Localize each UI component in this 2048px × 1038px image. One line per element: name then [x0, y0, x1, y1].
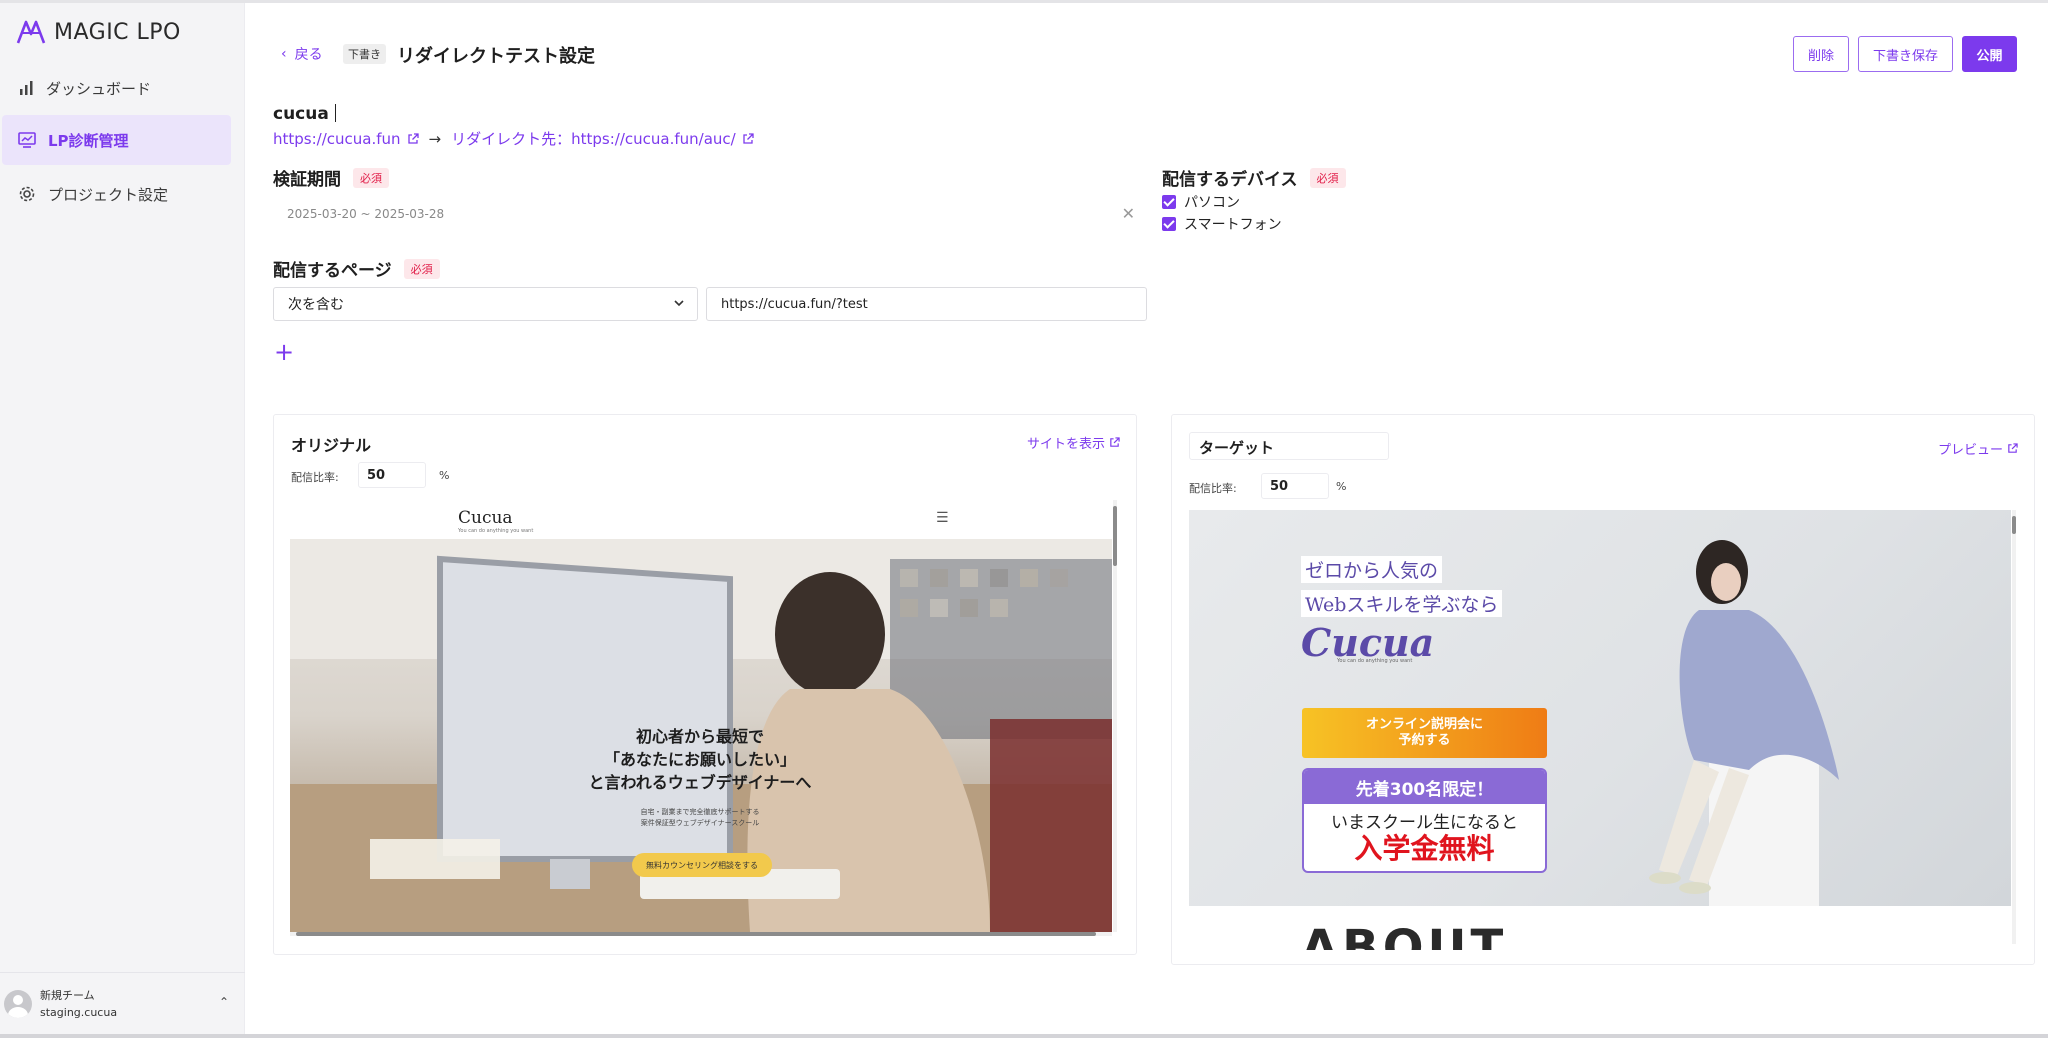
scroll-thumb[interactable]: [2012, 516, 2016, 534]
preview-cta-button[interactable]: 無料カウンセリング相談をする: [632, 853, 772, 877]
preview-logo: Cucua: [458, 508, 513, 528]
offer-heading: 先着300名限定！: [1304, 770, 1545, 804]
clear-icon[interactable]: ✕: [1122, 204, 1135, 223]
sidebar-item-label: プロジェクト設定: [48, 185, 169, 204]
required-badge: 必須: [403, 258, 440, 279]
original-panel-title: オリジナル: [291, 436, 372, 455]
preview-headline: 初心者から最短で 「あなたにお願いしたい」 と言われるウェブデザイナーへ: [588, 727, 812, 792]
offer-highlight: 入学金無料: [1354, 832, 1495, 865]
date-range-value: 2025-03-20 ~ 2025-03-28: [287, 207, 445, 221]
team-name: 新規チーム: [40, 988, 95, 1002]
back-link[interactable]: ‹ 戻る: [281, 44, 323, 64]
original-url-link[interactable]: https://cucua.fun: [273, 130, 401, 148]
app-logo[interactable]: MAGIC LPO: [16, 19, 181, 45]
offer-line: いまスクール生になると: [1331, 813, 1518, 833]
save-draft-button[interactable]: 下書き保存: [1858, 36, 1953, 72]
external-link-icon: [2008, 443, 2018, 453]
ratio-label: 配信比率:: [291, 471, 339, 484]
date-range-picker[interactable]: 2025-03-20 ~ 2025-03-28 ✕: [273, 196, 1145, 232]
ratio-unit: %: [1336, 480, 1347, 493]
sidebar: MAGIC LPO ダッシュボード LP診断管理 プロジェクト設定 新規チーム …: [0, 3, 245, 1034]
redirect-url-link[interactable]: リダイレクト先：https://cucua.fun/auc/: [451, 128, 736, 149]
sidebar-item-lp-diagnosis[interactable]: LP診断管理: [2, 115, 231, 165]
target-panel-title: ターゲット: [1199, 439, 1275, 457]
preview-subtext: 自宅・副業まで完全徹底サポートする 案件保証型ウェブデザイナースクール: [640, 808, 760, 827]
sidebar-item-label: ダッシュボード: [46, 79, 152, 98]
sidebar-item-project-settings[interactable]: プロジェクト設定: [2, 169, 231, 219]
original-preview[interactable]: Cucua You can do anything you want ☰ 初心者…: [290, 500, 1112, 932]
bar-chart-icon: [20, 81, 33, 95]
checkbox-checked[interactable]: [1162, 217, 1176, 231]
back-label: 戻る: [294, 47, 323, 63]
gear-icon: [19, 186, 35, 202]
required-badge: 必須: [353, 167, 389, 188]
target-offer-box: 先着300名限定！ いまスクール生になると 入学金無料: [1302, 768, 1547, 873]
team-sub: staging.cucua: [40, 1005, 118, 1019]
preview-tagline: You can do anything you want: [458, 528, 534, 534]
monitor-chart-icon: [18, 132, 36, 148]
publish-button[interactable]: 公開: [1962, 36, 2017, 72]
ratio-label: 配信比率:: [1189, 482, 1237, 495]
external-link-icon[interactable]: [742, 132, 754, 145]
devices-label: 配信するデバイス 必須: [1162, 165, 1346, 190]
target-logo-tagline: You can do anything you want: [1337, 658, 1413, 664]
preview-link[interactable]: プレビュー: [1938, 439, 2018, 458]
device-option-smartphone[interactable]: スマートフォン: [1162, 214, 1282, 234]
vertical-scrollbar[interactable]: [1113, 500, 1117, 932]
sidebar-item-label: LP診断管理: [48, 131, 129, 150]
scroll-thumb[interactable]: [1113, 506, 1117, 566]
page-url-value: https://cucua.fun/?test: [721, 296, 868, 312]
condition-value: 次を含む: [288, 297, 344, 313]
required-badge: 必須: [1309, 167, 1346, 188]
status-badge: 下書き: [343, 44, 386, 64]
target-headline-1: ゼロから人気の: [1301, 556, 1443, 583]
period-label: 検証期間 必須: [273, 165, 389, 190]
chevron-left-icon: ‹: [281, 46, 287, 62]
target-title-input[interactable]: ターゲット: [1189, 432, 1389, 460]
external-link-icon[interactable]: [407, 132, 419, 145]
page-url-input[interactable]: https://cucua.fun/?test: [706, 287, 1147, 321]
menu-icon[interactable]: ☰: [936, 510, 949, 526]
ratio-input[interactable]: 50: [1261, 473, 1329, 499]
device-option-pc[interactable]: パソコン: [1162, 192, 1240, 212]
add-condition-icon[interactable]: +: [274, 338, 294, 366]
target-headline-2: Webスキルを学ぶなら: [1301, 590, 1503, 617]
project-urls: https://cucua.fun → リダイレクト先：https://cucu…: [273, 128, 754, 149]
ratio-input[interactable]: 50: [358, 462, 426, 488]
project-name[interactable]: cucua: [273, 104, 336, 124]
app-name: MAGIC LPO: [54, 19, 181, 45]
pages-label: 配信するページ 必須: [273, 256, 440, 281]
view-site-link[interactable]: サイトを表示: [1027, 433, 1120, 452]
delete-button[interactable]: 削除: [1793, 36, 1849, 72]
target-cta-button[interactable]: オンライン説明会に 予約する: [1302, 708, 1547, 758]
condition-select[interactable]: 次を含む: [273, 287, 698, 321]
target-about-heading: ABOUT: [1301, 920, 1508, 950]
arrow-right-icon: →: [428, 129, 442, 148]
target-preview[interactable]: ゼロから人気の Webスキルを学ぶなら Cucua You can do any…: [1189, 510, 2011, 950]
target-hero-image: ゼロから人気の Webスキルを学ぶなら Cucua You can do any…: [1189, 510, 2011, 906]
logo-icon: [16, 20, 46, 44]
team-switcher[interactable]: 新規チーム staging.cucua ⌃: [0, 972, 245, 1034]
page-title: リダイレクトテスト設定: [397, 46, 595, 67]
scroll-thumb[interactable]: [296, 932, 1096, 936]
external-link-icon: [1110, 437, 1120, 447]
preview-hero-image: 初心者から最短で 「あなたにお願いしたい」 と言われるウェブデザイナーへ 自宅・…: [290, 539, 1112, 932]
chevron-up-icon[interactable]: ⌃: [219, 995, 229, 1009]
checkbox-checked[interactable]: [1162, 195, 1176, 209]
ratio-unit: %: [439, 469, 450, 482]
horizontal-scrollbar[interactable]: [290, 932, 1112, 936]
vertical-scrollbar[interactable]: [2012, 510, 2016, 944]
preview-header: Cucua You can do anything you want ☰: [290, 500, 1112, 539]
avatar: [4, 989, 32, 1018]
sidebar-item-dashboard[interactable]: ダッシュボード: [2, 63, 231, 113]
chevron-down-icon: [674, 300, 684, 307]
